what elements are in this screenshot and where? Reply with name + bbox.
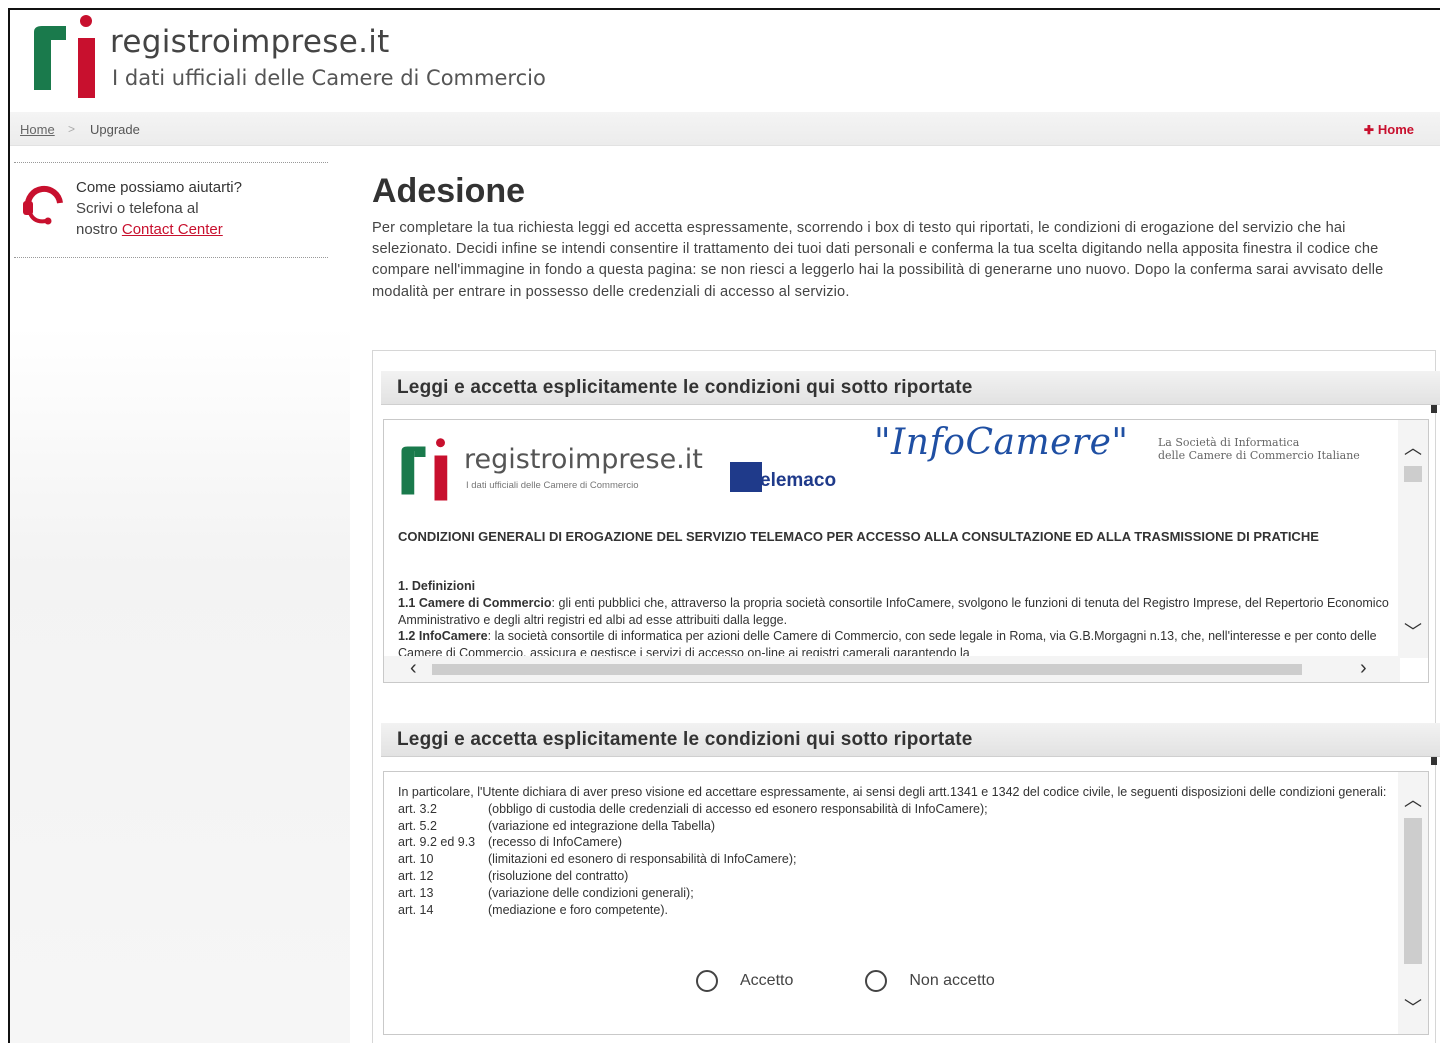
scroll-up-icon[interactable]: ︿	[1398, 786, 1428, 812]
definition-1: 1.1 Camere di Commercio: gli enti pubbli…	[398, 595, 1389, 627]
telemaco-logo-text: elemaco	[760, 470, 837, 491]
reject-label[interactable]: Non accetto	[909, 972, 994, 990]
vertical-scrollbar[interactable]: ︿ ﹀	[1398, 420, 1428, 658]
infocamere-logo: "InfoCamere"	[874, 422, 1129, 463]
breadcrumb-home-link[interactable]: Home	[20, 122, 55, 137]
scroll-right-icon[interactable]: ›	[1360, 657, 1367, 680]
infocamere-tagline: La Società di Informatica	[1158, 436, 1300, 449]
accept-label[interactable]: Accetto	[740, 972, 793, 990]
article-row: art. 14 (mediazione e foro competente).	[398, 902, 668, 917]
article-row: art. 5.2 (variazione ed integrazione dell…	[398, 818, 715, 833]
section-heading-conditions: Leggi e accetta esplicitamente le condiz…	[381, 371, 1440, 405]
contact-center-link[interactable]: Contact Center	[122, 221, 223, 238]
reject-radio[interactable]: Non accetto	[865, 970, 995, 992]
article-row: art. 3.2 (obbligo di custodia delle crede…	[398, 801, 988, 816]
conditions-container: Leggi e accetta esplicitamente le condiz…	[372, 350, 1440, 1043]
site-title[interactable]: registroimprese.it	[110, 24, 390, 60]
breadcrumb: Home > Upgrade ✚ Home	[10, 112, 1440, 146]
section-heading-specific-clauses: Leggi e accetta esplicitamente le condiz…	[381, 723, 1440, 757]
corner-marker	[1431, 757, 1437, 765]
help-text: Scrivi o telefona al	[76, 200, 199, 217]
vertical-scrollbar[interactable]: ︿ ﹀	[1398, 772, 1428, 1034]
site-header: registroimprese.it I dati ufficiali dell…	[10, 10, 1440, 112]
radio-circle-icon[interactable]	[696, 970, 718, 992]
home-link-label: Home	[1377, 122, 1414, 137]
intro-paragraph: Per completare la tua richiesta leggi ed…	[372, 220, 1384, 300]
main-content: Adesione Per completare la tua richiesta…	[350, 146, 1440, 1043]
acceptance-radio-group: Accetto Non accetto	[696, 970, 1067, 992]
sidebar: Come possiamo aiutarti? Scrivi o telefon…	[10, 146, 350, 1043]
scroll-down-icon[interactable]: ﹀	[1398, 994, 1428, 1020]
telemaco-logo: elemaco	[730, 462, 866, 494]
scrollbar-thumb[interactable]	[1404, 818, 1422, 964]
help-title: Come possiamo aiutarti?	[76, 179, 242, 196]
help-text-contact: nostro Contact Center	[76, 221, 223, 238]
home-arrow-icon: ✚	[1363, 123, 1374, 137]
telemaco-logo-icon	[730, 462, 762, 492]
doc-logo-tagline: I dati ufficiali delle Camere di Commerc…	[466, 480, 639, 491]
infocamere-tagline-2: delle Camere di Commercio Italiane	[1158, 449, 1360, 462]
article-row: art. 9.2 ed 9.3 (recesso di InfoCamere)	[398, 835, 623, 850]
scroll-left-icon[interactable]: ‹	[410, 657, 417, 680]
scroll-up-icon[interactable]: ︿	[1398, 434, 1428, 460]
horizontal-scrollbar-thumb[interactable]	[432, 664, 1302, 675]
help-text-prefix: nostro	[76, 221, 118, 238]
clauses-scroll-box[interactable]: In particolare, l'Utente dichiara di ave…	[383, 771, 1429, 1035]
article-row: art. 12 (risoluzione del contratto)	[398, 868, 629, 883]
help-box: Come possiamo aiutarti? Scrivi o telefon…	[14, 162, 328, 258]
conditions-body: 1. Definizioni 1.1 Camere di Commercio: …	[398, 578, 1398, 662]
scroll-down-icon[interactable]: ﹀	[1398, 618, 1428, 644]
conditions-scroll-box[interactable]: registroimprese.it I dati ufficiali dell…	[383, 419, 1429, 683]
horizontal-scrollbar[interactable]: ‹ ›	[384, 656, 1400, 682]
breadcrumb-current: Upgrade	[90, 122, 140, 137]
doc-logo-title: registroimprese.it	[464, 444, 703, 475]
definitions-heading: 1. Definizioni	[398, 579, 476, 593]
corner-marker	[1431, 405, 1437, 413]
clauses-intro: In particolare, l'Utente dichiara di ave…	[398, 785, 1387, 799]
registroimprese-logo-icon[interactable]	[32, 14, 104, 98]
site-tagline: I dati ufficiali delle Camere di Commerc…	[112, 66, 546, 90]
page-frame: registroimprese.it I dati ufficiali dell…	[8, 8, 1440, 1043]
headset-icon	[23, 185, 63, 225]
radio-circle-icon[interactable]	[865, 970, 888, 992]
article-list: art. 3.2 (obbligo di custodia delle crede…	[398, 801, 1388, 919]
home-link[interactable]: ✚ Home	[1364, 122, 1414, 137]
scrollbar-thumb[interactable]	[1404, 466, 1422, 482]
doc-registroimprese-logo-icon	[401, 438, 448, 501]
article-row: art. 13 (variazione delle condizioni gene…	[398, 885, 694, 900]
accept-radio[interactable]: Accetto	[696, 970, 793, 992]
page-title: Adesione	[372, 172, 526, 210]
breadcrumb-separator: >	[68, 122, 76, 136]
conditions-title: CONDIZIONI GENERALI DI EROGAZIONE DEL SE…	[398, 529, 1319, 544]
article-row: art. 10 (limitazioni ed esonero di respon…	[398, 852, 797, 867]
clauses-body: In particolare, l'Utente dichiara di ave…	[398, 784, 1388, 918]
